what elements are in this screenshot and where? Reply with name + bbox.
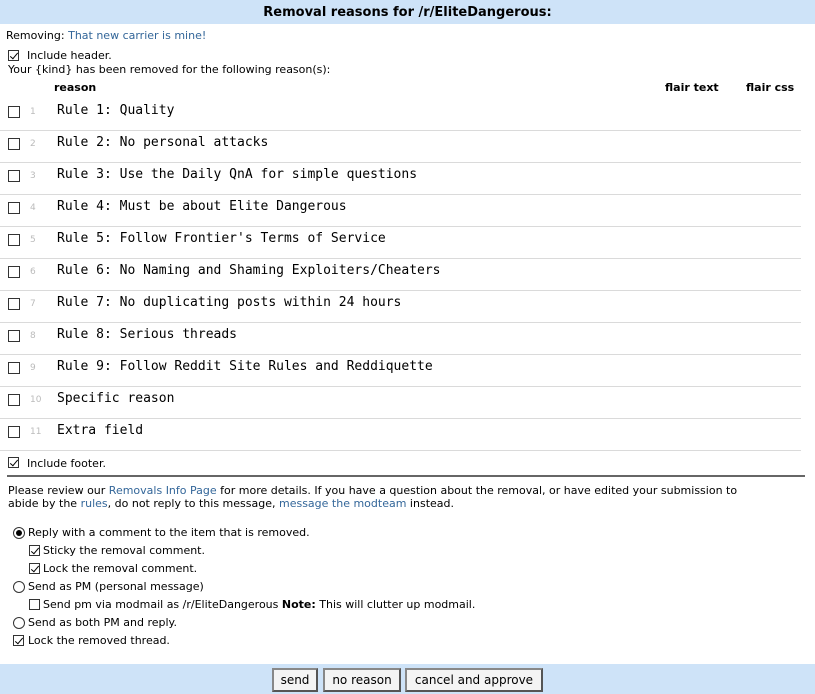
footer-text: for more details. If you have a question…	[216, 484, 738, 497]
send-pm-radio[interactable]	[13, 581, 25, 593]
reason-row[interactable]: 6 Rule 6: No Naming and Shaming Exploiter…	[0, 258, 801, 291]
sticky-label: Sticky the removal comment.	[43, 544, 205, 557]
reason-checkbox[interactable]	[8, 394, 20, 406]
include-footer-checkbox[interactable]	[8, 457, 19, 468]
reason-number: 3	[30, 171, 36, 181]
reason-label: Rule 7: No duplicating posts within 24 h…	[57, 295, 402, 310]
sticky-checkbox[interactable]	[29, 545, 40, 556]
reason-checkbox[interactable]	[8, 202, 20, 214]
lock-comment-label: Lock the removal comment.	[43, 562, 198, 575]
reason-label: Rule 5: Follow Frontier's Terms of Servi…	[57, 231, 386, 246]
reason-row[interactable]: 1 Rule 1: Quality	[0, 98, 801, 131]
include-header-checkbox[interactable]	[8, 50, 19, 61]
reply-comment-radio[interactable]	[13, 527, 25, 539]
modmail-text: Send pm via modmail as /r/EliteDangerous	[43, 598, 282, 611]
modmail-note: Note:	[281, 598, 316, 611]
reason-row[interactable]: 2 Rule 2: No personal attacks	[0, 130, 801, 163]
modmail-text: This will clutter up modmail.	[315, 598, 476, 611]
reason-number: 10	[30, 395, 42, 405]
separator	[7, 475, 805, 477]
footer-text: instead.	[406, 497, 454, 510]
reason-label: Rule 6: No Naming and Shaming Exploiters…	[57, 263, 441, 278]
reason-label: Rule 2: No personal attacks	[57, 135, 269, 150]
lock-comment-checkbox[interactable]	[29, 563, 40, 574]
message-modteam-link[interactable]: message the modteam	[279, 497, 406, 510]
reason-number: 4	[30, 203, 36, 213]
send-both-radio[interactable]	[13, 617, 25, 629]
reason-row[interactable]: 4 Rule 4: Must be about Elite Dangerous	[0, 194, 801, 227]
reason-checkbox[interactable]	[8, 298, 20, 310]
lock-thread-checkbox[interactable]	[13, 635, 24, 646]
removing-label: Removing:	[6, 29, 65, 42]
reply-comment-label: Reply with a comment to the item that is…	[28, 526, 310, 539]
reason-number: 11	[30, 427, 42, 437]
reason-row[interactable]: 3 Rule 3: Use the Daily QnA for simple qu…	[0, 162, 801, 195]
reason-row[interactable]: 8 Rule 8: Serious threads	[0, 322, 801, 355]
reason-row[interactable]: 9 Rule 9: Follow Reddit Site Rules and Re…	[0, 354, 801, 387]
reason-label: Specific reason	[57, 391, 175, 406]
removing-item-link[interactable]: That new carrier is mine!	[68, 29, 206, 42]
reason-label: Rule 4: Must be about Elite Dangerous	[57, 199, 347, 214]
reason-checkbox[interactable]	[8, 170, 20, 182]
send-button[interactable]: send	[272, 668, 318, 692]
include-footer-label: Include footer.	[27, 457, 106, 470]
cancel-approve-button[interactable]: cancel and approve	[405, 668, 543, 692]
popup-title: Removal reasons for /r/EliteDangerous:	[0, 0, 815, 24]
send-pm-label: Send as PM (personal message)	[28, 580, 204, 593]
footer-line-1: Please review our Removals Info Page for…	[8, 484, 737, 497]
removing-line: Removing: That new carrier is mine!	[6, 29, 206, 42]
header-text: Your {kind} has been removed for the fol…	[8, 63, 331, 76]
reason-number: 2	[30, 139, 36, 149]
reason-number: 1	[30, 107, 36, 117]
reason-checkbox[interactable]	[8, 362, 20, 374]
reason-number: 8	[30, 331, 36, 341]
reason-checkbox[interactable]	[8, 106, 20, 118]
reason-number: 6	[30, 267, 36, 277]
reason-label: Extra field	[57, 423, 144, 438]
lock-thread-label: Lock the removed thread.	[28, 634, 170, 647]
reason-number: 9	[30, 363, 36, 373]
rules-link[interactable]: rules	[81, 497, 108, 510]
footer-text: abide by the	[8, 497, 81, 510]
reason-checkbox[interactable]	[8, 138, 20, 150]
modmail-label: Send pm via modmail as /r/EliteDangerous…	[43, 598, 475, 611]
removals-info-link[interactable]: Removals Info Page	[109, 484, 217, 497]
footer-line-2: abide by the rules, do not reply to this…	[8, 497, 454, 510]
reason-number: 5	[30, 235, 36, 245]
send-both-label: Send as both PM and reply.	[28, 616, 177, 629]
reason-row[interactable]: 10 Specific reason	[0, 386, 801, 419]
reason-checkbox[interactable]	[8, 330, 20, 342]
column-flair-text: flair text	[665, 81, 719, 94]
reason-checkbox[interactable]	[8, 266, 20, 278]
column-flair-css: flair css	[746, 81, 795, 94]
reason-row[interactable]: 11 Extra field	[0, 418, 801, 451]
no-reason-button[interactable]: no reason	[323, 668, 401, 692]
reason-row[interactable]: 5 Rule 5: Follow Frontier's Terms of Serv…	[0, 226, 801, 259]
footer-text: , do not reply to this message,	[107, 497, 279, 510]
reason-label: Rule 9: Follow Reddit Site Rules and Red…	[57, 359, 433, 374]
reason-label: Rule 3: Use the Daily QnA for simple que…	[57, 167, 418, 182]
footer-text: Please review our	[8, 484, 109, 497]
reason-checkbox[interactable]	[8, 234, 20, 246]
reason-label: Rule 8: Serious threads	[57, 327, 238, 342]
include-header-label: Include header.	[27, 49, 112, 62]
reason-number: 7	[30, 299, 36, 309]
reason-checkbox[interactable]	[8, 426, 20, 438]
reason-label: Rule 1: Quality	[57, 103, 175, 118]
modmail-checkbox[interactable]	[29, 599, 40, 610]
column-reason: reason	[54, 81, 97, 94]
reason-row[interactable]: 7 Rule 7: No duplicating posts within 24 …	[0, 290, 801, 323]
